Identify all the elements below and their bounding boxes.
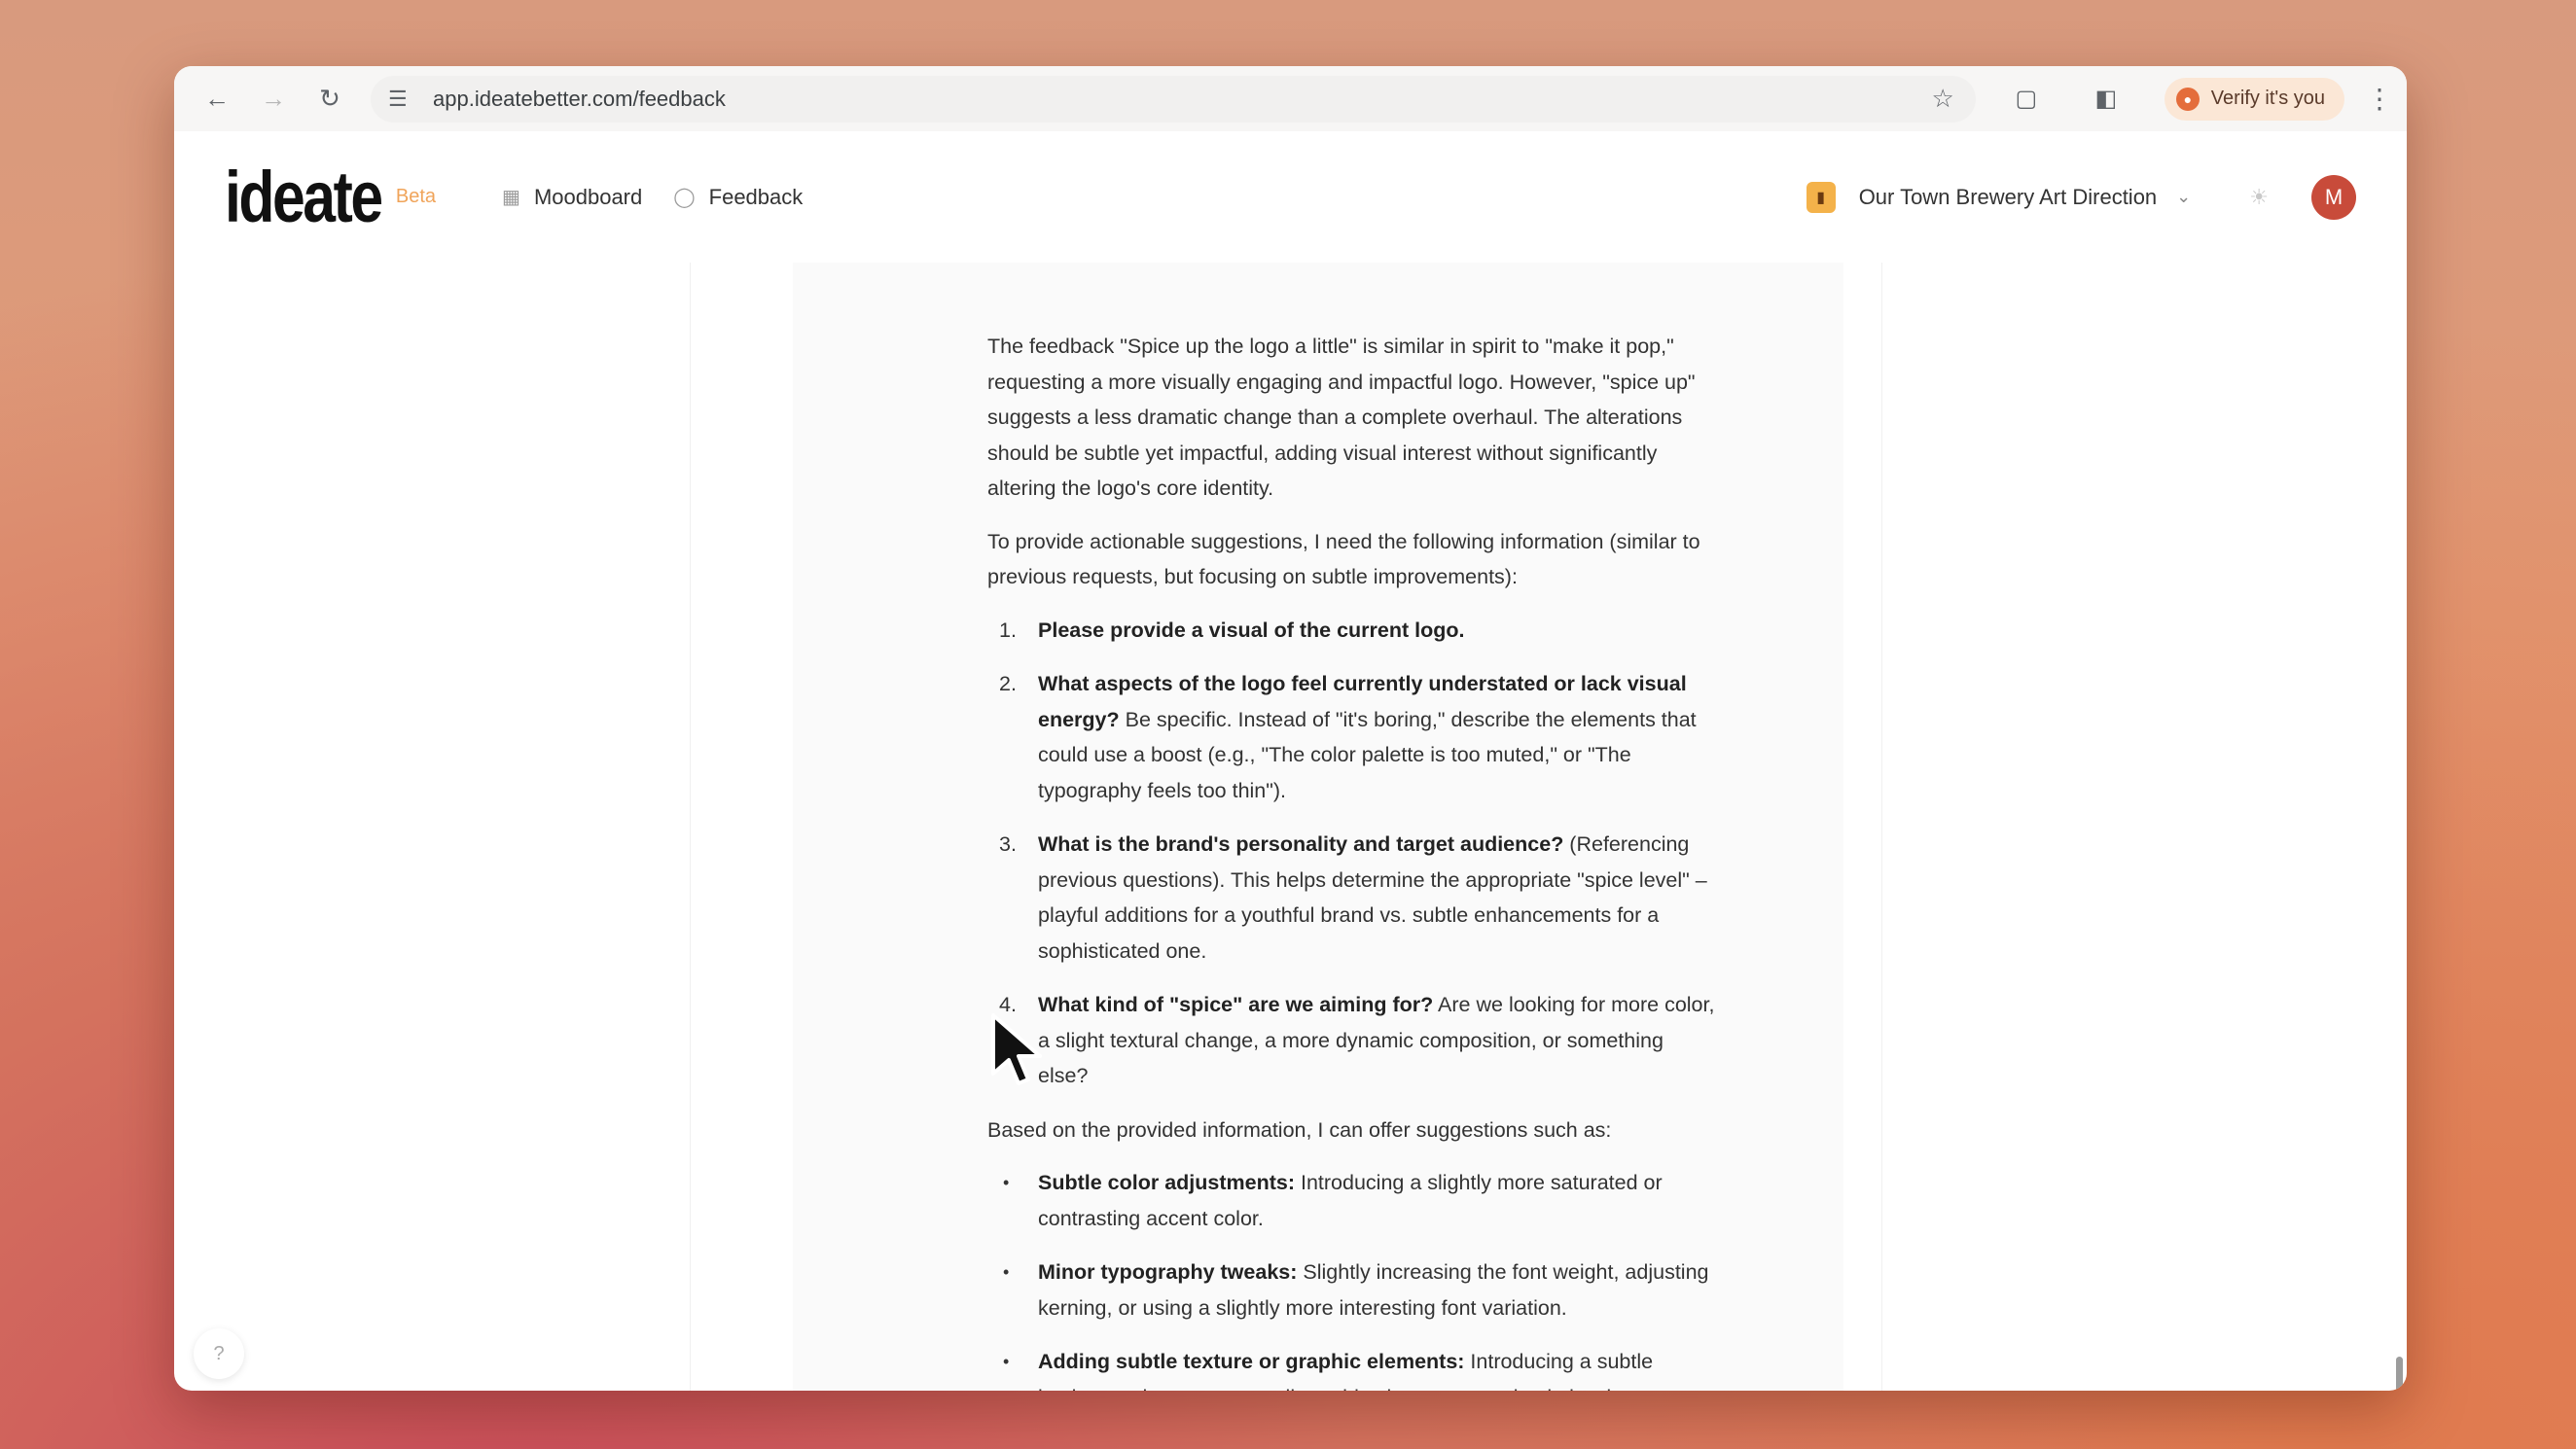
beta-badge: Beta	[395, 186, 437, 207]
help-button[interactable]: ?	[194, 1328, 244, 1379]
list-item: 1. Please provide a visual of the curren…	[999, 618, 1465, 642]
tab-moodboard[interactable]: ▦ Moodboard	[502, 185, 642, 210]
mouse-cursor-icon	[991, 1013, 1042, 1085]
message-intro: The feedback "Spice up the logo a little…	[987, 335, 1696, 500]
questions-list: 1. Please provide a visual of the curren…	[987, 613, 1717, 1094]
main-content: The feedback "Spice up the logo a little…	[174, 263, 2407, 1391]
avatar[interactable]: M	[2311, 174, 2356, 220]
verify-label: Verify it's you	[2210, 88, 2325, 109]
menu-kebab-icon[interactable]: ⋮	[2366, 83, 2393, 115]
feedback-conversation: The feedback "Spice up the logo a little…	[793, 263, 1843, 1391]
list-item: • Subtle color adjustments: Introducing …	[1003, 1171, 1663, 1230]
chevron-down-icon: ⌄	[2176, 187, 2192, 206]
extensions-icon[interactable]: ▢	[2005, 78, 2048, 121]
reload-icon[interactable]: ↻	[308, 78, 351, 121]
suggestions-list: • Subtle color adjustments: Introducing …	[987, 1165, 1717, 1391]
list-item: 2. What aspects of the logo feel current…	[999, 672, 1697, 802]
tab-label: Moodboard	[533, 184, 643, 209]
browser-toolbar: ← → ↻ ☰ app.ideatebetter.com/feedback ☆ …	[174, 66, 2407, 131]
tab-label: Feedback	[708, 184, 804, 209]
site-settings-icon[interactable]: ☰	[388, 87, 417, 112]
list-item: 3. What is the brand's personality and t…	[999, 832, 1707, 963]
scrollbar[interactable]	[2396, 1357, 2403, 1391]
url-text[interactable]: app.ideatebetter.com/feedback	[433, 87, 1931, 112]
app-header: ideate Beta ▦ Moodboard ◯ Feedback ▮ Our…	[174, 131, 2407, 263]
back-icon[interactable]: ←	[196, 78, 238, 121]
address-bar[interactable]: ☰ app.ideatebetter.com/feedback ☆	[371, 75, 1976, 123]
profile-icon: ●	[2175, 87, 2200, 111]
side-panel-icon[interactable]: ◧	[2085, 78, 2128, 121]
tab-feedback[interactable]: ◯ Feedback	[673, 185, 803, 210]
project-selector[interactable]: ▮ Our Town Brewery Art Direction ⌄	[1806, 181, 2192, 213]
bookmark-icon: ▮	[1806, 181, 1836, 213]
divider	[1881, 263, 1882, 1391]
verify-button[interactable]: ● Verify it's you	[2164, 77, 2344, 121]
list-item: • Minor typography tweaks: Slightly incr…	[1003, 1260, 1709, 1320]
list-item: • Adding subtle texture or graphic eleme…	[1003, 1350, 1654, 1391]
ideate-logo[interactable]: ideate	[225, 156, 383, 238]
bookmark-star-icon[interactable]: ☆	[1931, 84, 1953, 114]
grid-icon: ▦	[502, 187, 520, 208]
list-item: 4. What kind of "spice" are we aiming fo…	[999, 993, 1715, 1087]
divider	[690, 263, 691, 1391]
project-name: Our Town Brewery Art Direction	[1858, 184, 2158, 209]
chat-bubble-icon: ◯	[673, 187, 696, 208]
assistant-message: The feedback "Spice up the logo a little…	[987, 329, 1717, 1391]
theme-toggle-sun-icon[interactable]: ☀	[2249, 185, 2269, 210]
message-based-on: Based on the provided information, I can…	[987, 1117, 1612, 1142]
message-request: To provide actionable suggestions, I nee…	[987, 529, 1700, 589]
forward-icon[interactable]: →	[252, 78, 295, 121]
browser-window: ← → ↻ ☰ app.ideatebetter.com/feedback ☆ …	[174, 66, 2407, 1391]
